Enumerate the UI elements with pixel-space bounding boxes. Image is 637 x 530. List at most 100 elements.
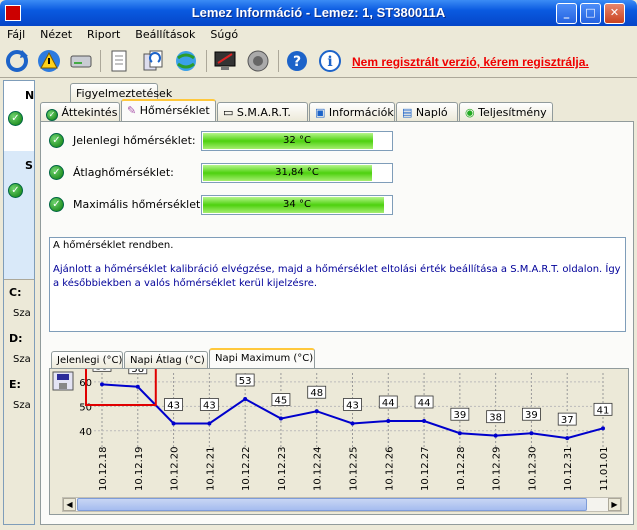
ok-icon: ✓ [46, 109, 58, 121]
data-point [565, 436, 570, 441]
x-tick-label: 10.12.30 [527, 446, 538, 491]
data-label: 43 [167, 400, 180, 411]
refresh-icon[interactable] [4, 48, 30, 74]
svg-text:i: i [327, 54, 332, 70]
temp-row-current: ✓ Jelenlegi hőmérséklet: 32 °C [49, 131, 629, 151]
x-tick-label: 10.12.20 [170, 446, 181, 491]
temp-row-average: ✓ Átlaghőmérséklet: 31,84 °C [49, 163, 629, 183]
ok-status-icon: ✓ [49, 133, 64, 148]
temp-label: Átlaghőmérséklet: [73, 166, 174, 179]
minimize-button[interactable]: _ [556, 3, 577, 24]
data-point [350, 421, 355, 426]
data-point [207, 421, 212, 426]
temp-label: Maximális hőmérséklet: [73, 198, 205, 211]
selected-disk-item[interactable]: S ✓ [4, 151, 34, 281]
tab-overview[interactable]: ✓ Áttekintés [40, 102, 120, 121]
chart-scrollbar[interactable]: ◀ ▶ [62, 497, 622, 512]
advice-message: Ajánlott a hőmérséklet kalibráció elvégz… [53, 264, 621, 289]
data-point [100, 382, 104, 387]
gauge-icon: ◉ [465, 106, 475, 119]
temperature-panel: ✓ Jelenlegi hőmérséklet: 32 °C ✓ Átlaghő… [40, 121, 634, 525]
disk-list-panel: N ✓ S ✓ C: Sza D: Sza E: Sza [3, 80, 35, 525]
message-box: A hőmérséklet rendben. Ajánlott a hőmérs… [49, 237, 626, 332]
ok-status-icon: ✓ [49, 197, 64, 212]
x-tick-label: 10.12.23 [277, 446, 288, 491]
scroll-thumb[interactable] [77, 498, 587, 511]
temp-row-maximum: ✓ Maximális hőmérséklet: 34 °C [49, 195, 629, 215]
ok-status-icon: ✓ [49, 165, 64, 180]
menu-settings[interactable]: Beállítások [128, 26, 203, 41]
tab-information[interactable]: ▣ Információk [309, 102, 395, 121]
data-label: 59 [96, 369, 109, 372]
drive-icon[interactable] [68, 48, 94, 74]
data-label: 53 [239, 376, 252, 387]
menu-bar: Fájl Nézet Riport Beállítások Súgó [0, 26, 637, 44]
data-point [457, 431, 462, 436]
speaker-icon[interactable] [245, 48, 271, 74]
temp-value: 31,84 °C [275, 167, 319, 178]
chart-tab-daily-average[interactable]: Napi Átlag (°C) [124, 351, 208, 369]
scroll-right-button[interactable]: ▶ [608, 498, 621, 511]
network-icon[interactable] [173, 48, 199, 74]
chart-tab-daily-maximum-label: Napi Maximum (°C) [215, 353, 314, 364]
data-point [171, 421, 176, 426]
data-point [135, 384, 140, 389]
data-label: 44 [382, 398, 395, 409]
thermometer-icon: ✎ [127, 104, 137, 117]
tab-information-label: Információk [328, 106, 394, 119]
tab-temperature[interactable]: ✎ Hőmérséklet [121, 99, 216, 121]
info-icon[interactable]: i [317, 48, 343, 74]
maximize-button[interactable]: □ [580, 3, 601, 24]
tab-smart[interactable]: ▭ S.M.A.R.T. [217, 102, 308, 121]
data-label: 48 [310, 388, 323, 399]
temp-bar: 31,84 °C [201, 163, 393, 183]
register-link[interactable]: Nem regisztrált verzió, kérem regisztrál… [352, 55, 589, 69]
drive-letter-e[interactable]: E: [9, 378, 21, 391]
data-label: 39 [453, 410, 466, 421]
x-tick-label: 10.12.31 [563, 446, 574, 491]
x-tick-label: 10.12.26 [384, 446, 395, 491]
warning-icon[interactable] [36, 48, 62, 74]
data-point [422, 419, 427, 423]
drive-list: C: Sza D: Sza E: Sza [4, 279, 34, 524]
copy-icon[interactable] [140, 48, 166, 74]
data-point [386, 419, 391, 423]
monitor-icon[interactable] [212, 48, 238, 74]
data-point [529, 431, 534, 436]
temp-value: 32 °C [283, 135, 311, 146]
tab-performance-label: Teljesítmény [478, 106, 547, 119]
data-point [601, 426, 605, 431]
disk-label: S [25, 159, 33, 172]
menu-view[interactable]: Nézet [33, 26, 80, 41]
temp-label: Jelenlegi hőmérséklet: [73, 134, 196, 147]
menu-help[interactable]: Súgó [203, 26, 246, 41]
x-tick-label: 10.12.18 [98, 446, 109, 491]
scroll-left-button[interactable]: ◀ [63, 498, 76, 511]
drive-letter-c[interactable]: C: [9, 286, 21, 299]
log-icon: ▤ [402, 106, 413, 119]
status-message: A hőmérséklet rendben. [53, 240, 174, 251]
tab-log[interactable]: ▤ Napló [396, 102, 458, 121]
title-bar: Lemez Információ - Lemez: 1, ST380011A _… [0, 0, 637, 26]
tab-smart-label: S.M.A.R.T. [236, 106, 291, 119]
drive-letter-d[interactable]: D: [9, 332, 23, 345]
data-point [278, 416, 283, 421]
menu-file[interactable]: Fájl [0, 26, 33, 41]
menu-report[interactable]: Riport [80, 26, 128, 41]
temp-bar: 32 °C [201, 131, 393, 151]
temp-value: 34 °C [283, 199, 311, 210]
x-tick-label: 10.12.28 [456, 446, 467, 491]
ok-status-icon: ✓ [8, 111, 23, 126]
x-tick-label: 10.12.19 [134, 446, 145, 491]
document-icon[interactable] [106, 48, 132, 74]
help-icon[interactable]: ? [284, 48, 310, 74]
chart-tab-current[interactable]: Jelenlegi (°C) [51, 351, 123, 369]
drive-sub-d: Sza [13, 354, 31, 365]
chart-tab-daily-maximum[interactable]: Napi Maximum (°C) [209, 348, 315, 369]
x-tick-label: 10.12.27 [420, 446, 431, 491]
data-label: 43 [203, 400, 216, 411]
tab-performance[interactable]: ◉ Teljesítmény [459, 102, 553, 121]
drive-sub-e: Sza [13, 400, 31, 411]
close-button[interactable]: ✕ [604, 3, 625, 24]
toolbar-separator [206, 50, 207, 72]
